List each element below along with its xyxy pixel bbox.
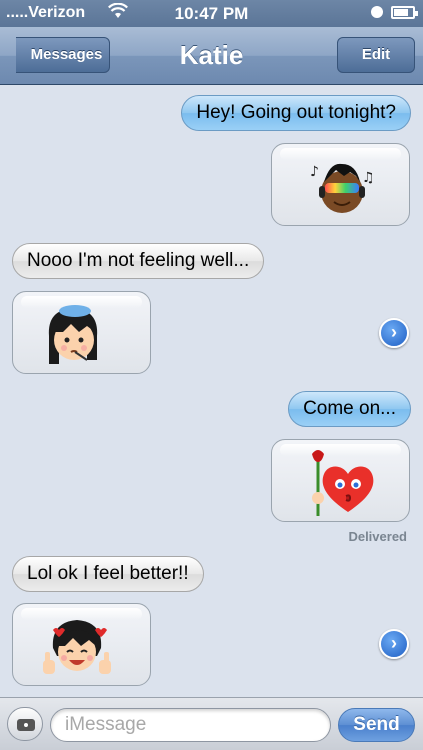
outgoing-media-message[interactable]: ♪ ♫: [271, 143, 410, 226]
svg-text:♪: ♪: [310, 164, 319, 180]
imessage-input[interactable]: [50, 708, 331, 742]
outgoing-message[interactable]: Come on...: [288, 391, 411, 427]
delivered-status: Delivered: [348, 529, 407, 544]
incoming-message[interactable]: Nooo I'm not feeling well...: [12, 243, 265, 279]
edit-button[interactable]: Edit: [337, 37, 415, 73]
message-input-bar: Send: [0, 697, 423, 750]
status-bar: .....Verizon 10:47 PM: [0, 0, 423, 27]
incoming-media-message[interactable]: [12, 603, 151, 686]
svg-text:♫: ♫: [362, 170, 375, 186]
battery-icon: [391, 6, 418, 19]
emoji-girl-ice-pack-thermometer-icon: [48, 305, 98, 364]
send-button[interactable]: Send: [338, 708, 415, 742]
emoji-girl-thumbs-up-hearts-icon: [43, 620, 111, 674]
forward-arrow-button[interactable]: ›: [379, 318, 409, 348]
outgoing-message[interactable]: Hey! Going out tonight?: [181, 95, 411, 131]
forward-arrow-button[interactable]: ›: [379, 629, 409, 659]
nav-bar: Messages Katie Edit: [0, 27, 423, 85]
outgoing-media-message[interactable]: [271, 439, 410, 522]
emoji-heart-kiss-rose-icon: [312, 450, 374, 516]
incoming-media-message[interactable]: [12, 291, 151, 374]
camera-button[interactable]: [7, 707, 43, 741]
incoming-message[interactable]: Lol ok I feel better!!: [12, 556, 204, 592]
orientation-lock-icon: [371, 6, 383, 18]
emoji-boy-headphones-sunglasses-icon: ♪ ♫: [310, 163, 375, 213]
status-time: 10:47 PM: [174, 4, 249, 23]
